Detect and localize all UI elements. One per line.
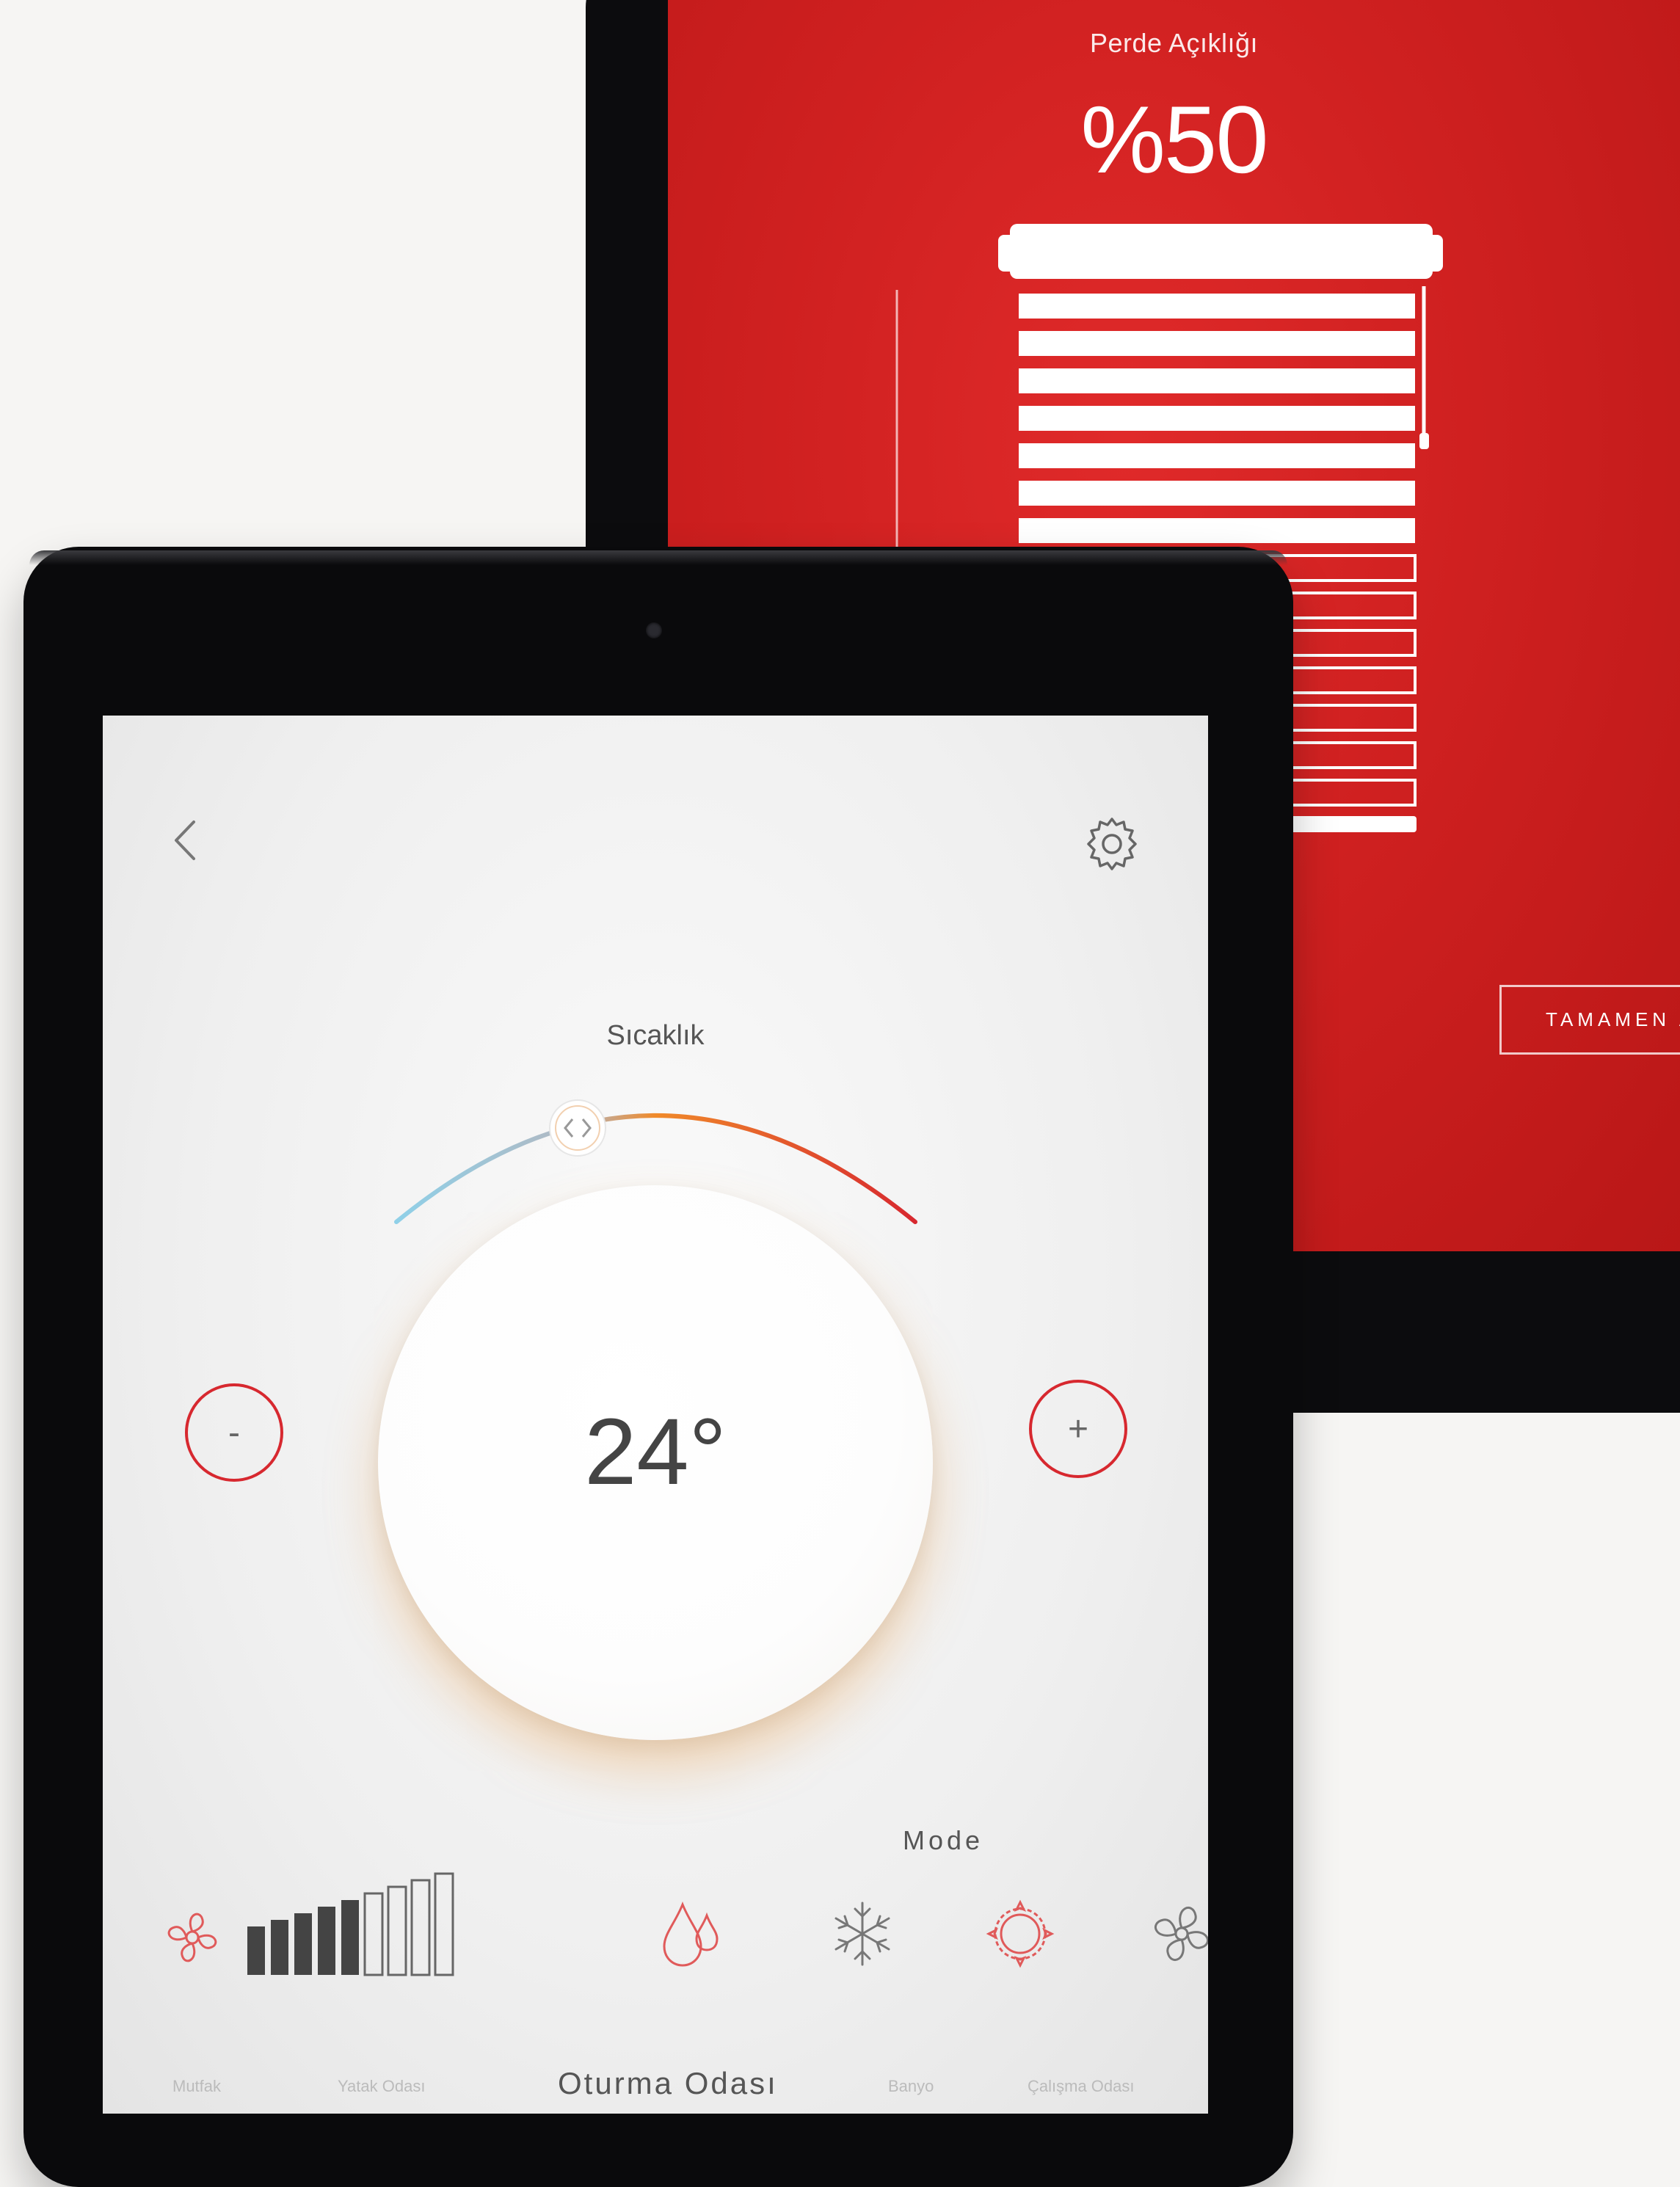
fan-speed-bar[interactable] <box>410 1879 431 1976</box>
thermostat-screen: Sıcaklık 24° - + Mode Mutfak Yatak Odası… <box>103 716 1208 2114</box>
fan-speed-bar[interactable] <box>271 1920 288 1975</box>
blind-slat <box>1019 294 1415 319</box>
fan-speed-bar[interactable] <box>434 1872 454 1976</box>
increase-temperature-button[interactable]: + <box>1029 1380 1127 1478</box>
blind-slat <box>1019 481 1415 506</box>
fan-speed-bar[interactable] <box>363 1892 384 1976</box>
fan-speed-bar[interactable] <box>318 1907 335 1975</box>
fan-speed-bar[interactable] <box>341 1900 359 1975</box>
bezel-highlight <box>29 550 1287 565</box>
room-tab-mutfak[interactable]: Mutfak <box>172 2077 221 2096</box>
drop-icon[interactable] <box>650 1893 730 1974</box>
room-tab-oturma-odasi[interactable]: Oturma Odası <box>558 2066 778 2101</box>
blind-slat <box>1019 406 1415 431</box>
blind-slat <box>1019 331 1415 356</box>
fan-speed-bar[interactable] <box>294 1913 312 1975</box>
blind-slat <box>1019 518 1415 543</box>
temperature-value: 24° <box>584 1400 727 1504</box>
camera-icon <box>646 622 662 638</box>
fan-speed-bar[interactable] <box>247 1926 265 1975</box>
blind-slat <box>1019 368 1415 393</box>
decrease-temperature-button[interactable]: - <box>185 1383 283 1482</box>
room-tab-yatak-odasi[interactable]: Yatak Odası <box>338 2077 425 2096</box>
fan-speed-bars[interactable] <box>246 1868 473 1978</box>
mode-label: Mode <box>903 1825 984 1855</box>
room-tab-banyo[interactable]: Banyo <box>888 2077 934 2096</box>
blind-slat <box>1019 443 1415 468</box>
fan-speed-bar[interactable] <box>387 1885 407 1976</box>
fan-icon[interactable] <box>156 1901 229 1974</box>
fully-open-button[interactable]: TAMAMEN A <box>1499 985 1680 1055</box>
sun-icon[interactable] <box>980 1893 1061 1974</box>
snowflake-icon[interactable] <box>826 1897 899 1971</box>
room-tab-calisma-odasi[interactable]: Çalışma Odası <box>1028 2077 1135 2096</box>
temperature-dial[interactable]: 24° <box>378 1185 933 1740</box>
fan-mode-icon[interactable] <box>1141 1893 1208 1974</box>
